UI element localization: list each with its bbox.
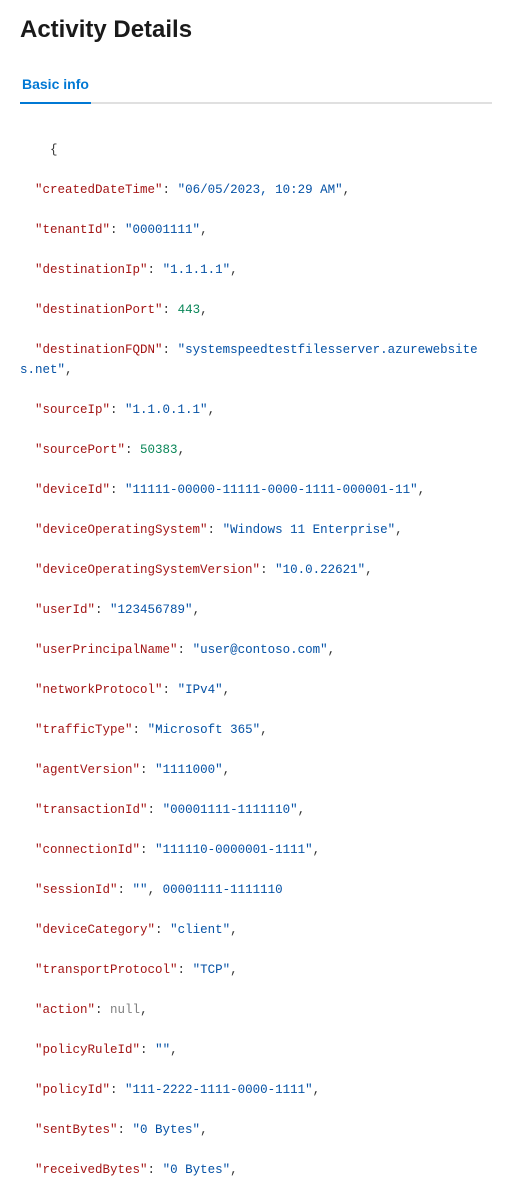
tab-bar: Basic info bbox=[20, 68, 492, 104]
main-container: Activity Details Basic info { "createdDa… bbox=[0, 0, 512, 1202]
json-content: { "createdDateTime": "06/05/2023, 10:29 … bbox=[20, 120, 492, 1202]
tab-basic-info[interactable]: Basic info bbox=[20, 68, 91, 104]
page-title: Activity Details bbox=[20, 16, 492, 48]
